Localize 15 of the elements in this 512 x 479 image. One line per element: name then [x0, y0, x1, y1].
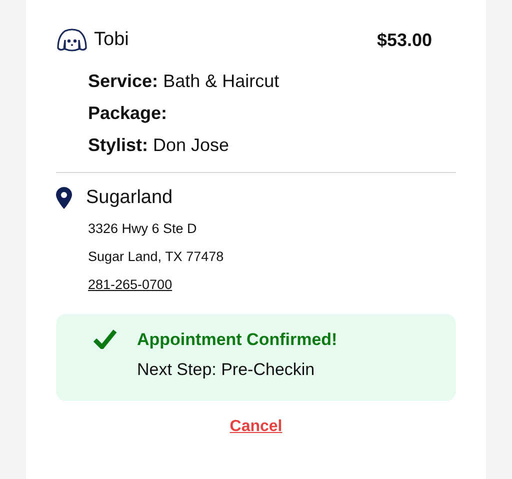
- detail-line: Package:: [88, 102, 168, 124]
- location-name: Sugarland: [86, 187, 173, 209]
- location-pin-icon: [56, 187, 72, 209]
- dog-icon: [56, 28, 88, 52]
- checkmark-icon: [93, 329, 117, 349]
- address-line: Sugar Land, TX 77478: [88, 248, 225, 266]
- status-title: Appointment Confirmed!: [137, 329, 338, 351]
- phone-link[interactable]: 281-265-0700: [88, 276, 172, 294]
- cancel-link[interactable]: Cancel: [230, 418, 282, 436]
- detail-line: Stylist: Don Jose: [88, 134, 230, 156]
- next-step-text: Next Step: Pre-Checkin: [137, 359, 316, 381]
- address-line: 3326 Hwy 6 Ste D: [88, 220, 198, 238]
- detail-line: Service: Bath & Haircut: [88, 70, 280, 92]
- price: $53.00: [376, 30, 432, 50]
- pet-name: Tobi: [94, 29, 129, 51]
